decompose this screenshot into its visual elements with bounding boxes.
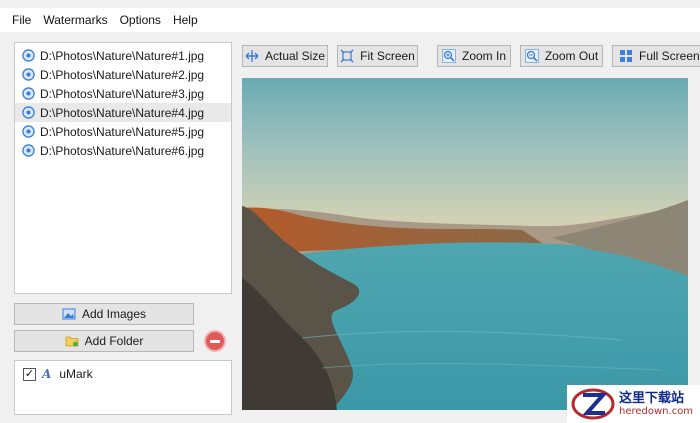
- remove-button[interactable]: [204, 330, 226, 352]
- text-watermark-icon: A: [42, 367, 52, 381]
- full-screen-label: Full Screen: [639, 49, 700, 63]
- image-file-icon: [22, 106, 35, 119]
- file-list-item[interactable]: D:\Photos\Nature\Nature#5.jpg: [15, 122, 231, 141]
- file-path: D:\Photos\Nature\Nature#5.jpg: [40, 124, 205, 139]
- watermark-name: uMark: [59, 367, 93, 381]
- watermark-checkbox[interactable]: ✓: [23, 367, 36, 381]
- image-preview[interactable]: [242, 78, 688, 410]
- add-folder-button[interactable]: Add Folder: [14, 330, 194, 352]
- logo-domain-text: heredown.com: [619, 405, 694, 417]
- file-list-item[interactable]: D:\Photos\Nature\Nature#4.jpg: [15, 103, 231, 122]
- actual-size-icon: [245, 50, 259, 62]
- add-image-icon: [62, 308, 76, 320]
- site-logo: 这里下载站 heredown.com: [567, 385, 700, 423]
- menu-options[interactable]: Options: [114, 13, 167, 27]
- add-images-button[interactable]: Add Images: [14, 303, 194, 325]
- zoom-out-icon: [524, 49, 539, 63]
- image-file-list[interactable]: D:\Photos\Nature\Nature#1.jpg D:\Photos\…: [14, 42, 232, 294]
- landscape-photo: [242, 200, 688, 410]
- file-list-item[interactable]: D:\Photos\Nature\Nature#6.jpg: [15, 141, 231, 160]
- file-path: D:\Photos\Nature\Nature#3.jpg: [40, 86, 205, 101]
- watermark-item[interactable]: ✓ A uMark: [15, 364, 231, 384]
- z-logo-icon: [571, 388, 615, 420]
- watermark-list[interactable]: ✓ A uMark: [14, 360, 232, 415]
- actual-size-button[interactable]: Actual Size: [242, 45, 328, 67]
- image-file-icon: [22, 68, 35, 81]
- full-screen-button[interactable]: Full Screen: [612, 45, 700, 67]
- minus-icon: [210, 339, 220, 343]
- file-path: D:\Photos\Nature\Nature#2.jpg: [40, 67, 205, 82]
- image-file-icon: [22, 125, 35, 138]
- file-list-item[interactable]: D:\Photos\Nature\Nature#1.jpg: [15, 46, 231, 65]
- image-file-icon: [22, 49, 35, 62]
- menu-file[interactable]: File: [6, 13, 37, 27]
- full-screen-icon: [620, 50, 632, 62]
- zoom-out-button[interactable]: Zoom Out: [520, 45, 603, 67]
- zoom-out-label: Zoom Out: [544, 49, 599, 63]
- zoom-in-button[interactable]: Zoom In: [437, 45, 511, 67]
- file-path: D:\Photos\Nature\Nature#1.jpg: [40, 48, 205, 63]
- app-window: File Watermarks Options Help D:\Photos\N…: [0, 0, 700, 423]
- file-list-item[interactable]: D:\Photos\Nature\Nature#2.jpg: [15, 65, 231, 84]
- menu-bar: File Watermarks Options Help: [0, 8, 700, 32]
- folder-icon: [65, 336, 79, 347]
- zoom-in-label: Zoom In: [461, 49, 506, 63]
- fit-screen-button[interactable]: Fit Screen: [337, 45, 418, 67]
- file-path: D:\Photos\Nature\Nature#4.jpg: [40, 105, 205, 120]
- file-list-item[interactable]: D:\Photos\Nature\Nature#3.jpg: [15, 84, 231, 103]
- zoom-in-icon: [441, 49, 456, 63]
- image-file-icon: [22, 144, 35, 157]
- image-file-icon: [22, 87, 35, 100]
- file-path: D:\Photos\Nature\Nature#6.jpg: [40, 143, 205, 158]
- menu-help[interactable]: Help: [167, 13, 204, 27]
- actual-size-label: Actual Size: [264, 49, 326, 63]
- add-folder-label: Add Folder: [84, 334, 144, 348]
- logo-chinese-text: 这里下载站: [619, 390, 685, 406]
- menu-watermarks[interactable]: Watermarks: [37, 13, 113, 27]
- add-images-label: Add Images: [81, 307, 147, 321]
- fit-screen-icon: [340, 49, 354, 63]
- fit-screen-label: Fit Screen: [360, 49, 415, 63]
